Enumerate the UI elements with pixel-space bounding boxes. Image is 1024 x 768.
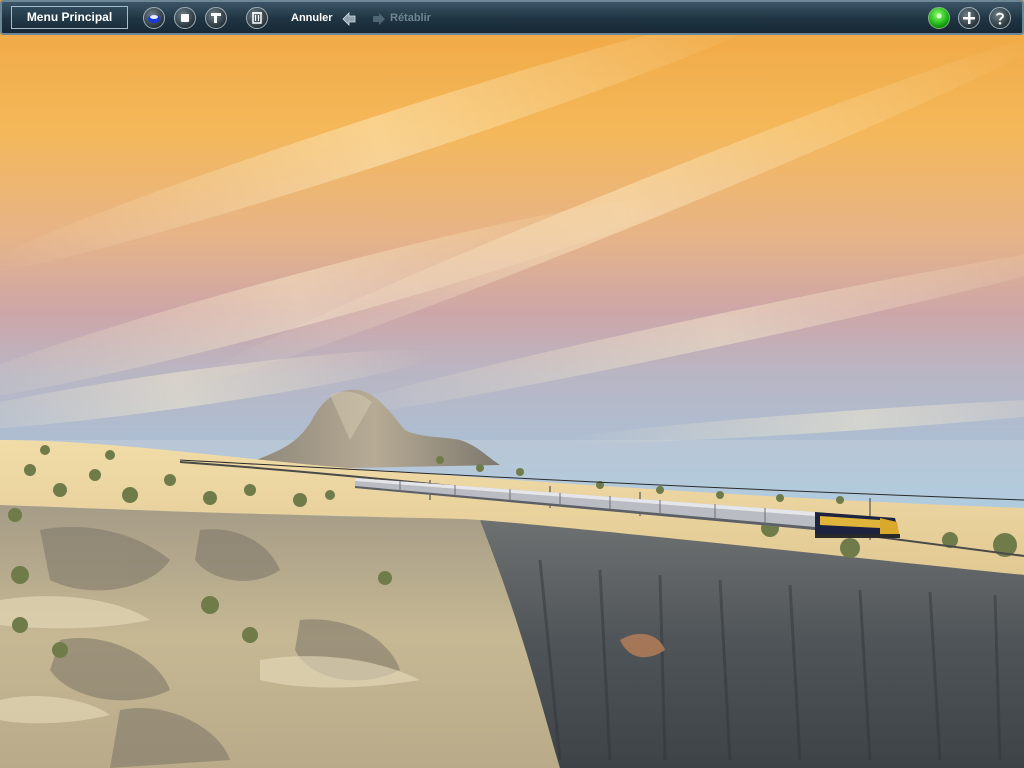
layers-icon [148,15,160,23]
top-toolbar: Menu Principal Annuler Rétablir [0,0,1024,35]
add-button[interactable] [958,7,980,29]
tools-button[interactable] [205,7,227,29]
arrow-left-icon[interactable] [341,11,357,27]
green-light-icon [936,13,942,19]
redo-button: Rétablir [390,12,431,24]
tools-icon [211,13,221,23]
arrow-right-icon [373,13,385,25]
undo-button[interactable]: Annuler [291,12,333,24]
question-icon [996,12,1005,25]
stop-icon [181,14,189,22]
layers-button[interactable] [143,7,165,29]
trash-icon [252,12,262,24]
stop-button[interactable] [174,7,196,29]
delete-button[interactable] [246,7,268,29]
3d-scene-view[interactable] [0,0,1024,768]
main-menu-button[interactable]: Menu Principal [11,6,128,29]
help-button[interactable] [989,7,1011,29]
game-viewport[interactable]: Menu Principal Annuler Rétablir [0,0,1024,768]
status-button[interactable] [928,7,950,29]
plus-icon [963,12,975,24]
